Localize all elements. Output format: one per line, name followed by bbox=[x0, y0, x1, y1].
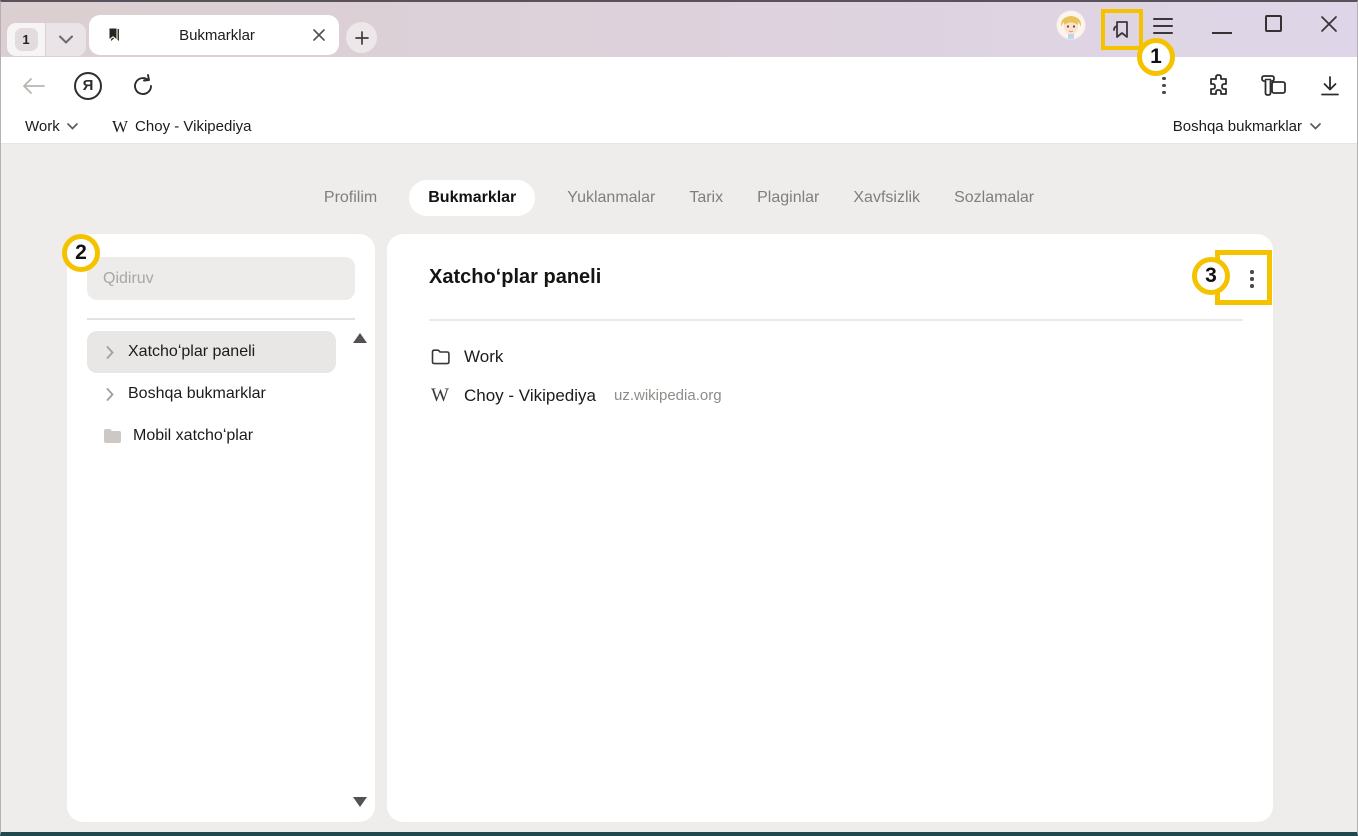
tree-item-label: Boshqa bukmarklar bbox=[128, 385, 266, 403]
extensions-puzzle-icon[interactable] bbox=[1204, 57, 1234, 114]
tab-list-chevron-icon[interactable] bbox=[46, 23, 86, 56]
bookmarks-bar-item-choy[interactable]: W Choy - Vikipediya bbox=[112, 118, 252, 135]
browser-tab-bukmarklar[interactable]: Bukmarklar bbox=[89, 15, 339, 55]
tab-title: Bukmarklar bbox=[123, 27, 311, 44]
window-minimize-button[interactable] bbox=[1212, 16, 1232, 36]
tab-close-icon[interactable] bbox=[311, 27, 327, 43]
tab-counter-group[interactable]: 1 bbox=[7, 23, 86, 56]
bookmarks-sidebar: Xatchoʻplar paneli Boshqa bukmarklar Mob… bbox=[67, 234, 375, 822]
tab-counter[interactable]: 1 bbox=[7, 23, 45, 56]
menu-hamburger-icon[interactable] bbox=[1153, 18, 1173, 34]
bookmark-list: Work W Choy - Vikipediya uz.wikipedia.or… bbox=[429, 337, 1243, 415]
other-bookmarks-label: Boshqa bukmarklar bbox=[1173, 118, 1302, 135]
wikipedia-w-icon: W bbox=[112, 118, 128, 135]
yandex-logo-icon[interactable]: Я bbox=[73, 57, 103, 114]
folder-filled-icon bbox=[104, 429, 121, 443]
password-manager-icon[interactable] bbox=[1257, 57, 1291, 114]
tree-item-label: Xatchoʻplar paneli bbox=[128, 343, 255, 361]
manager-nav-tabs: Profilim Bukmarklar Yuklanmalar Tarix Pl… bbox=[1, 180, 1357, 216]
scroll-up-icon[interactable] bbox=[353, 333, 367, 343]
tree-item-label: Mobil xatchoʻplar bbox=[133, 427, 253, 445]
bookmark-favicon-icon bbox=[105, 26, 123, 44]
profile-avatar[interactable] bbox=[1056, 10, 1086, 40]
back-arrow-icon[interactable] bbox=[17, 57, 49, 114]
folder-outline-icon bbox=[429, 349, 451, 365]
tab-xavfsizlik[interactable]: Xavfsizlik bbox=[851, 180, 922, 216]
chevron-down-icon bbox=[1310, 123, 1321, 130]
tab-sozlamalar[interactable]: Sozlamalar bbox=[952, 180, 1036, 216]
bookmark-row-work[interactable]: Work bbox=[429, 337, 1243, 376]
chevron-right-icon[interactable] bbox=[106, 388, 114, 401]
annotation-badge-1: 1 bbox=[1137, 38, 1175, 76]
tab-profilim[interactable]: Profilim bbox=[322, 180, 379, 216]
tree-item-xatchoplar-paneli[interactable]: Xatchoʻplar paneli bbox=[87, 331, 336, 373]
browser-window: 1 Bukmarklar bbox=[0, 0, 1358, 836]
sidebar-divider bbox=[87, 318, 355, 320]
bookmark-row-label: Choy - Vikipediya bbox=[464, 386, 596, 406]
window-maximize-button[interactable] bbox=[1265, 15, 1282, 32]
bookmark-row-label: Work bbox=[464, 347, 503, 367]
tree-item-boshqa-bukmarklar[interactable]: Boshqa bukmarklar bbox=[87, 373, 337, 415]
new-tab-button[interactable] bbox=[346, 22, 377, 53]
tab-bukmarklar[interactable]: Bukmarklar bbox=[409, 180, 535, 216]
chevron-down-icon bbox=[67, 123, 78, 130]
tree-item-mobil-xatchoplar[interactable]: Mobil xatchoʻplar bbox=[87, 415, 337, 457]
folder-tree: Xatchoʻplar paneli Boshqa bukmarklar Mob… bbox=[87, 331, 337, 457]
panel-title: Xatchoʻplar paneli bbox=[429, 266, 601, 289]
tab-count-badge: 1 bbox=[15, 28, 38, 51]
wikipedia-w-icon: W bbox=[429, 387, 451, 404]
tab-yuklanmalar[interactable]: Yuklanmalar bbox=[565, 180, 657, 216]
bookmark-row-url: uz.wikipedia.org bbox=[614, 387, 722, 404]
panel-divider bbox=[429, 319, 1243, 321]
download-icon[interactable] bbox=[1315, 57, 1345, 114]
bookmarks-main-panel: Xatchoʻplar paneli Work W Choy - Vikiped… bbox=[387, 234, 1273, 822]
annotation-badge-3: 3 bbox=[1192, 257, 1230, 295]
window-close-button[interactable] bbox=[1317, 12, 1341, 36]
bookmarks-manager-page: Profilim Bukmarklar Yuklanmalar Tarix Pl… bbox=[1, 144, 1357, 832]
annotation-highlight-box-1 bbox=[1101, 9, 1143, 50]
scroll-down-icon[interactable] bbox=[353, 797, 367, 807]
annotation-badge-2: 2 bbox=[62, 234, 100, 272]
search-input[interactable] bbox=[87, 257, 355, 300]
bookmark-row-choy[interactable]: W Choy - Vikipediya uz.wikipedia.org bbox=[429, 376, 1243, 415]
folder-label: Work bbox=[25, 118, 60, 135]
refresh-icon[interactable] bbox=[128, 57, 158, 114]
chevron-right-icon[interactable] bbox=[106, 346, 114, 359]
bookmark-label: Choy - Vikipediya bbox=[135, 118, 251, 135]
other-bookmarks-button[interactable]: Boshqa bukmarklar bbox=[1173, 118, 1321, 135]
bookmarks-bar-folder-work[interactable]: Work bbox=[25, 118, 78, 135]
tab-plaginlar[interactable]: Plaginlar bbox=[755, 180, 821, 216]
bookmarks-bar: Work W Choy - Vikipediya Boshqa bukmarkl… bbox=[1, 114, 1357, 144]
tab-tarix[interactable]: Tarix bbox=[687, 180, 725, 216]
